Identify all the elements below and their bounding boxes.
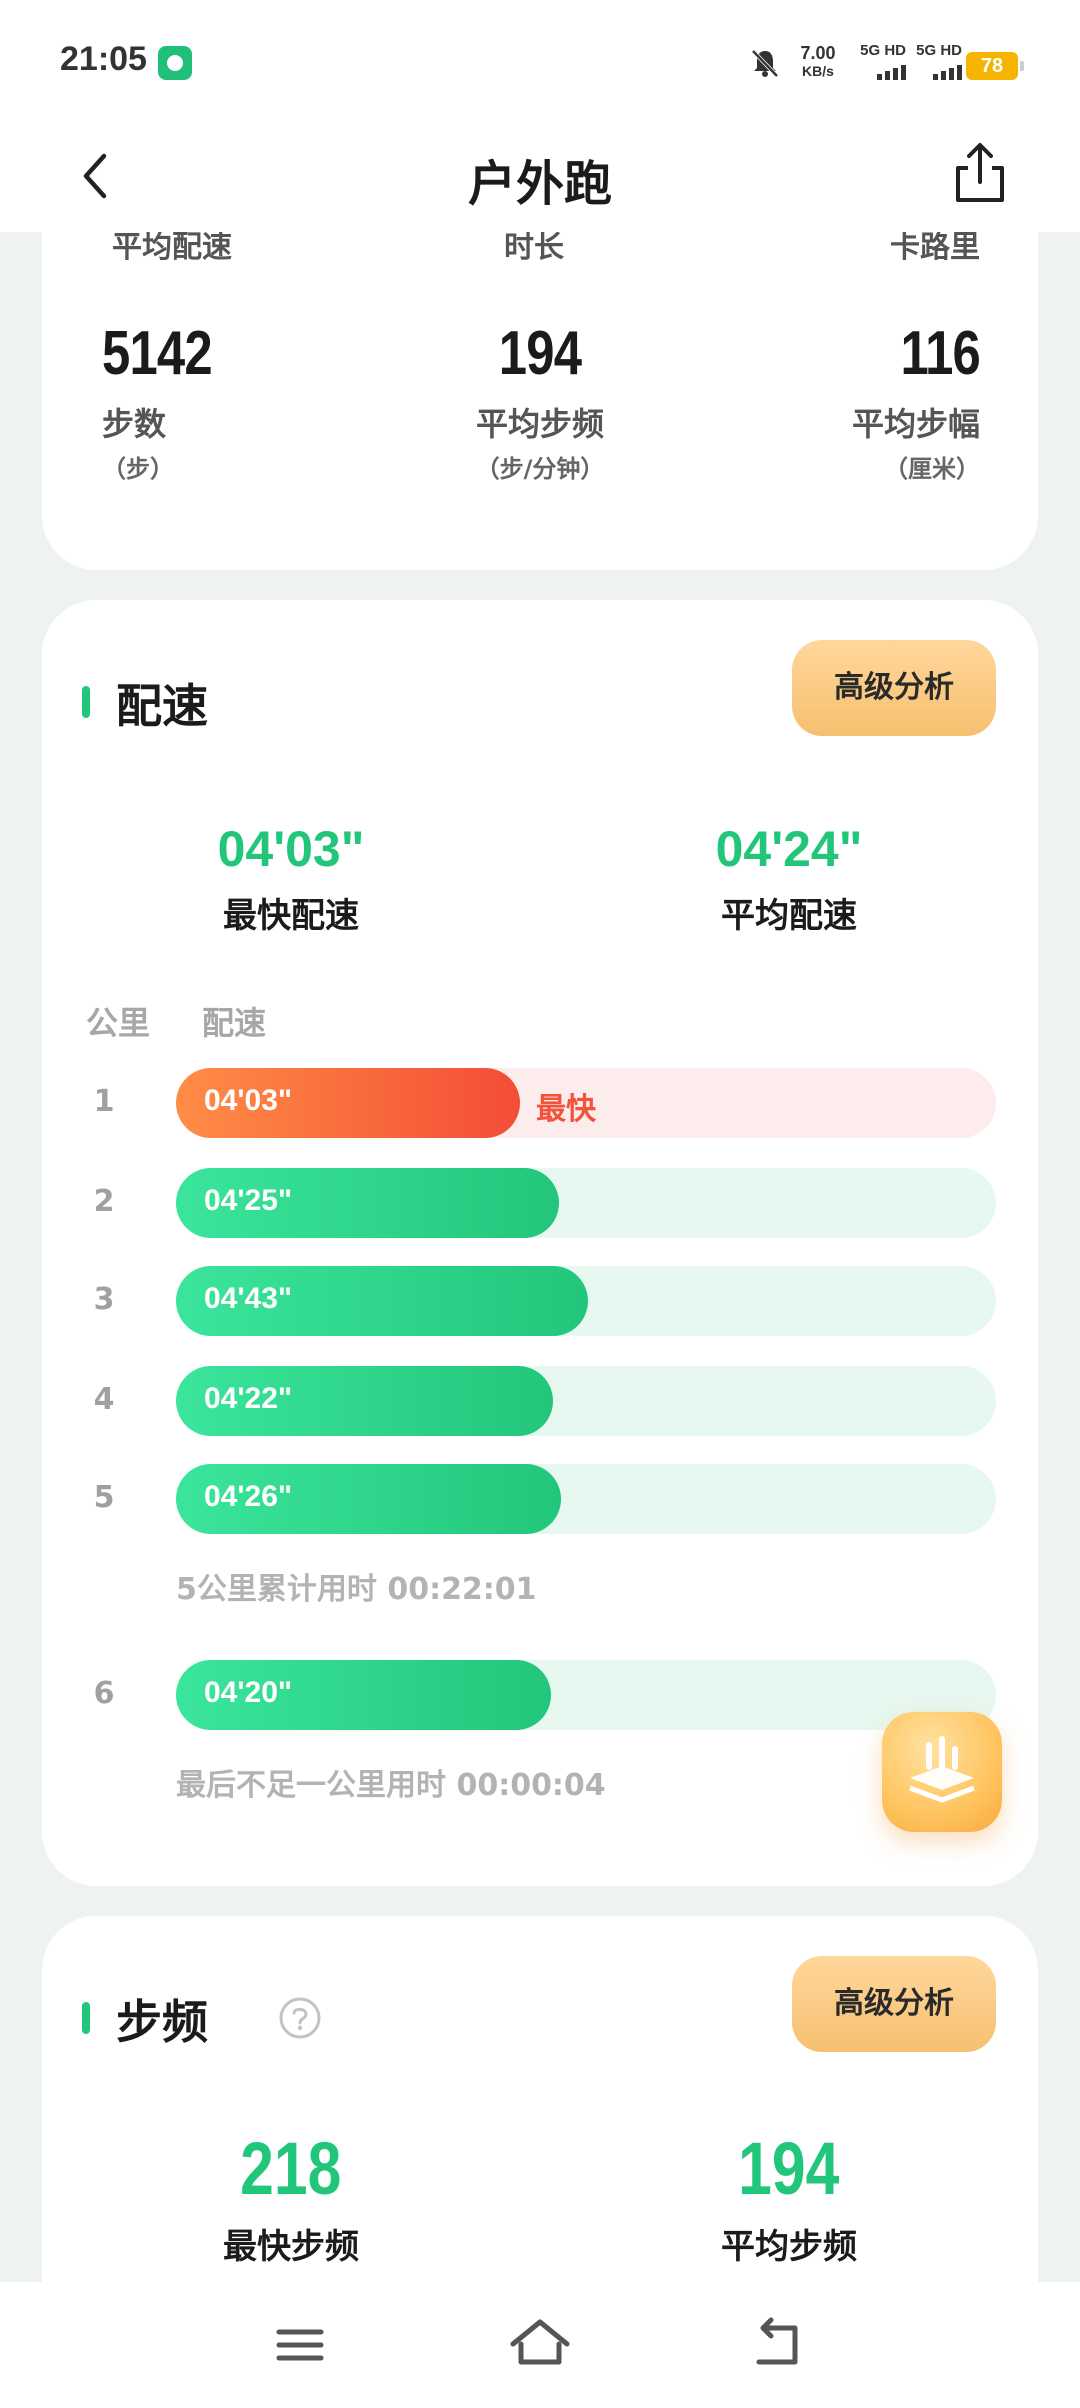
pace-row-km: 3: [93, 1282, 115, 1317]
average-pace-label: 平均配速: [721, 896, 857, 936]
pace-bar-track: 04'26": [176, 1464, 996, 1534]
analysis-icon: [909, 1736, 975, 1803]
pace-bar-value: 04'20": [204, 1676, 293, 1709]
five-km-cumulative-note: 5公里累计用时 00:22:01: [176, 1572, 537, 1607]
signal-icon-sim1: 5G HD: [850, 42, 906, 82]
pace-title: 配速: [116, 679, 208, 733]
net-speed: 7.00 KB/s: [796, 44, 840, 80]
signal-icon-sim2: 5G HD: [906, 42, 962, 82]
pace-bar-fill: 04'20": [176, 1660, 551, 1730]
pace-row: 4 04'22": [72, 1366, 1008, 1436]
pace-card: 配速 高级分析 04'03" 最快配速 04'24" 平均配速 公里 配速 1 0…: [42, 600, 1038, 1886]
stat-stride-label: 平均步幅: [851, 405, 980, 443]
average-pace-summary: 04'24" 平均配速: [540, 820, 1038, 937]
pace-advanced-analysis-button[interactable]: 高级分析: [792, 640, 996, 736]
pace-bar-fill: 04'25": [176, 1168, 559, 1238]
accent-bar: [82, 686, 90, 718]
stat-stride: 116 平均步幅 （厘米）: [851, 318, 981, 484]
net-speed-unit: KB/s: [802, 63, 834, 79]
stat-stride-value: 116: [900, 319, 980, 388]
status-bar: 21:05 7.00 KB/s 5G HD 5G HD 78: [0, 0, 1080, 120]
fastest-cadence-value: 218: [240, 2127, 342, 2210]
fastest-pace-value: 04'03": [217, 821, 365, 877]
app-badge-icon: [158, 46, 192, 80]
pace-bar-track: 04'03" 最快: [176, 1068, 996, 1138]
pace-bar-value: 04'22": [204, 1382, 293, 1415]
fastest-cadence-label: 最快步频: [223, 2227, 359, 2267]
pace-bar-value: 04'03": [204, 1084, 293, 1117]
accent-bar: [82, 2002, 90, 2034]
cadence-advanced-analysis-button[interactable]: 高级分析: [792, 1956, 996, 2052]
pace-bar-fill: 04'26": [176, 1464, 561, 1534]
fastest-cadence-summary: 218 最快步频: [42, 2126, 540, 2268]
pace-row: 6 04'20": [72, 1660, 1008, 1730]
average-cadence-label: 平均步频: [721, 2227, 857, 2267]
fastest-tag: 最快: [536, 1092, 596, 1127]
average-pace-value: 04'24": [715, 821, 863, 877]
column-pace-header: 配速: [202, 1004, 267, 1042]
pace-row-km: 1: [93, 1084, 115, 1119]
average-cadence-summary: 194 平均步频: [540, 2126, 1038, 2268]
pace-bar-track: 04'43": [176, 1266, 996, 1336]
navigation-bar: [0, 2282, 1080, 2408]
battery-icon: 78: [966, 52, 1024, 80]
column-km-header: 公里: [86, 1004, 151, 1042]
pace-bar-fill: 04'43": [176, 1266, 588, 1336]
average-cadence-value: 194: [738, 2127, 840, 2210]
pace-row-km: 2: [93, 1184, 115, 1219]
pace-bar-track: 04'20": [176, 1660, 996, 1730]
pace-bar-value: 04'25": [204, 1184, 293, 1217]
pace-row: 1 04'03" 最快: [72, 1068, 1008, 1138]
page-title: 户外跑: [467, 156, 612, 212]
floating-analysis-button[interactable]: [882, 1712, 1002, 1832]
stat-stride-unit: （厘米）: [884, 455, 980, 483]
pace-bar-track: 04'22": [176, 1366, 996, 1436]
cadence-title: 步频: [116, 1995, 208, 2049]
back-nav-icon[interactable]: [745, 2310, 815, 2380]
net-speed-value: 7.00: [800, 43, 836, 63]
pace-row-km: 6: [93, 1676, 115, 1711]
menu-icon[interactable]: [265, 2310, 335, 2380]
pace-bar-fill: 04'22": [176, 1366, 553, 1436]
pace-bar-fill: 04'03": [176, 1068, 520, 1138]
bell-muted-icon: [751, 49, 779, 78]
help-icon[interactable]: [278, 1996, 322, 2040]
fastest-pace-label: 最快配速: [223, 896, 359, 936]
pace-row: 5 04'26": [72, 1464, 1008, 1534]
pace-row-km: 4: [93, 1382, 115, 1417]
home-icon[interactable]: [505, 2310, 575, 2380]
sim1-label: 5G HD: [860, 42, 906, 59]
pace-bar-track: 04'25": [176, 1168, 996, 1238]
pace-row: 2 04'25": [72, 1168, 1008, 1238]
header: 户外跑: [0, 120, 1080, 232]
pace-bar-value: 04'43": [204, 1282, 293, 1315]
stat-cadence-value: 194: [498, 319, 582, 388]
last-partial-km-note: 最后不足一公里用时 00:00:04: [176, 1768, 606, 1803]
share-icon[interactable]: [950, 140, 1010, 206]
pace-row-km: 5: [93, 1480, 115, 1515]
page: 21:05 7.00 KB/s 5G HD 5G HD 78 平均配速 时长 卡…: [0, 0, 1080, 2408]
pace-bar-value: 04'26": [204, 1480, 293, 1513]
status-time: 21:05: [60, 40, 147, 78]
sim2-label: 5G HD: [916, 42, 962, 59]
pace-row: 3 04'43": [72, 1266, 1008, 1336]
fastest-pace-summary: 04'03" 最快配速: [42, 820, 540, 937]
